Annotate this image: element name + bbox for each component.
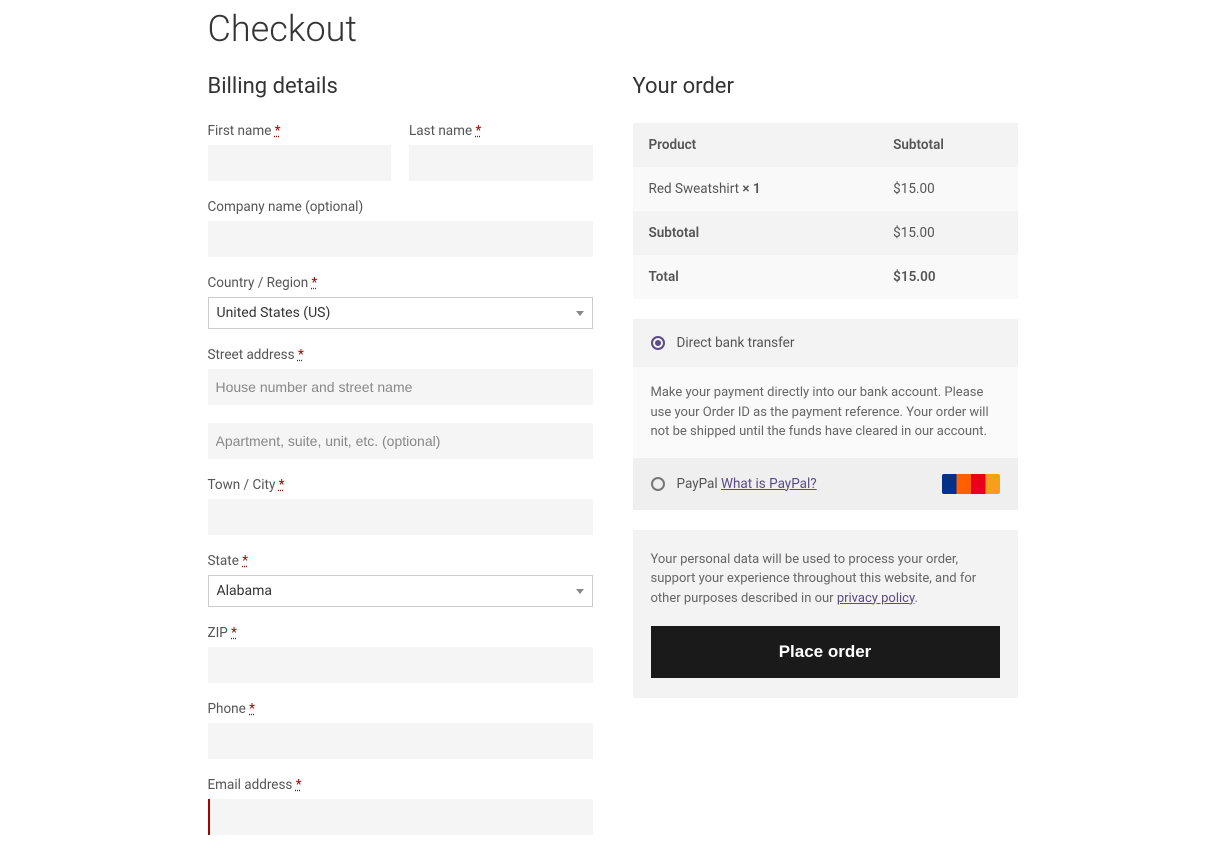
privacy-policy-link[interactable]: privacy policy bbox=[837, 591, 915, 606]
country-label: Country / Region * bbox=[208, 275, 593, 291]
page-title: Checkout bbox=[208, 8, 1018, 50]
country-selected-value: United States (US) bbox=[217, 305, 331, 321]
paypal-info-link[interactable]: What is PayPal? bbox=[721, 476, 817, 492]
company-label: Company name (optional) bbox=[208, 199, 593, 215]
zip-label: ZIP * bbox=[208, 625, 593, 641]
order-header-product: Product bbox=[633, 123, 878, 167]
last-name-label: Last name * bbox=[409, 123, 593, 139]
subtotal-label: Subtotal bbox=[633, 211, 878, 255]
city-field[interactable] bbox=[208, 499, 593, 535]
required-asterisk: * bbox=[312, 275, 318, 291]
billing-heading: Billing details bbox=[208, 74, 593, 99]
payment-bank-description: Make your payment directly into our bank… bbox=[633, 367, 1018, 458]
required-asterisk: * bbox=[279, 477, 285, 493]
company-field[interactable] bbox=[208, 221, 593, 257]
privacy-text: Your personal data will be used to proce… bbox=[651, 550, 1000, 609]
payment-paypal-label: PayPal bbox=[677, 476, 722, 492]
first-name-label: First name * bbox=[208, 123, 392, 139]
total-value: $15.00 bbox=[877, 255, 1017, 299]
zip-field[interactable] bbox=[208, 647, 593, 683]
order-header-subtotal: Subtotal bbox=[877, 123, 1017, 167]
total-label: Total bbox=[633, 255, 878, 299]
order-table: Product Subtotal Red Sweatshirt × 1 $15.… bbox=[633, 123, 1018, 299]
required-asterisk: * bbox=[296, 777, 302, 793]
first-name-field[interactable] bbox=[208, 145, 392, 181]
email-field[interactable] bbox=[208, 799, 593, 835]
order-item-name: Red Sweatshirt bbox=[649, 181, 743, 197]
chevron-down-icon bbox=[576, 311, 584, 316]
state-selected-value: Alabama bbox=[217, 583, 273, 599]
payment-bank-label: Direct bank transfer bbox=[677, 335, 795, 351]
payment-option-paypal[interactable]: PayPal What is PayPal? bbox=[633, 458, 1018, 510]
last-name-field[interactable] bbox=[409, 145, 593, 181]
city-label: Town / City * bbox=[208, 477, 593, 493]
payment-option-bank[interactable]: Direct bank transfer bbox=[633, 319, 1018, 367]
order-heading: Your order bbox=[633, 74, 1018, 99]
required-asterisk: * bbox=[275, 123, 281, 139]
subtotal-value: $15.00 bbox=[877, 211, 1017, 255]
table-row: Subtotal $15.00 bbox=[633, 211, 1018, 255]
required-asterisk: * bbox=[298, 347, 304, 363]
street2-field[interactable] bbox=[208, 423, 593, 459]
state-select[interactable]: Alabama bbox=[208, 575, 593, 607]
place-order-button[interactable]: Place order bbox=[651, 626, 1000, 678]
order-item-price: $15.00 bbox=[877, 167, 1017, 211]
country-select[interactable]: United States (US) bbox=[208, 297, 593, 329]
table-row: Total $15.00 bbox=[633, 255, 1018, 299]
chevron-down-icon bbox=[576, 589, 584, 594]
required-asterisk: * bbox=[242, 553, 248, 569]
table-row: Red Sweatshirt × 1 $15.00 bbox=[633, 167, 1018, 211]
paypal-cards-icon bbox=[942, 474, 1000, 494]
required-asterisk: * bbox=[231, 625, 237, 641]
order-item-qty: × 1 bbox=[742, 181, 760, 197]
phone-label: Phone * bbox=[208, 701, 593, 717]
payment-methods: Direct bank transfer Make your payment d… bbox=[633, 319, 1018, 510]
radio-unchecked-icon bbox=[651, 477, 665, 491]
privacy-box: Your personal data will be used to proce… bbox=[633, 530, 1018, 699]
email-label: Email address * bbox=[208, 777, 593, 793]
radio-checked-icon bbox=[651, 336, 665, 350]
required-asterisk: * bbox=[476, 123, 482, 139]
state-label: State * bbox=[208, 553, 593, 569]
phone-field[interactable] bbox=[208, 723, 593, 759]
street-label: Street address * bbox=[208, 347, 593, 363]
required-asterisk: * bbox=[249, 701, 255, 717]
street-field[interactable] bbox=[208, 369, 593, 405]
